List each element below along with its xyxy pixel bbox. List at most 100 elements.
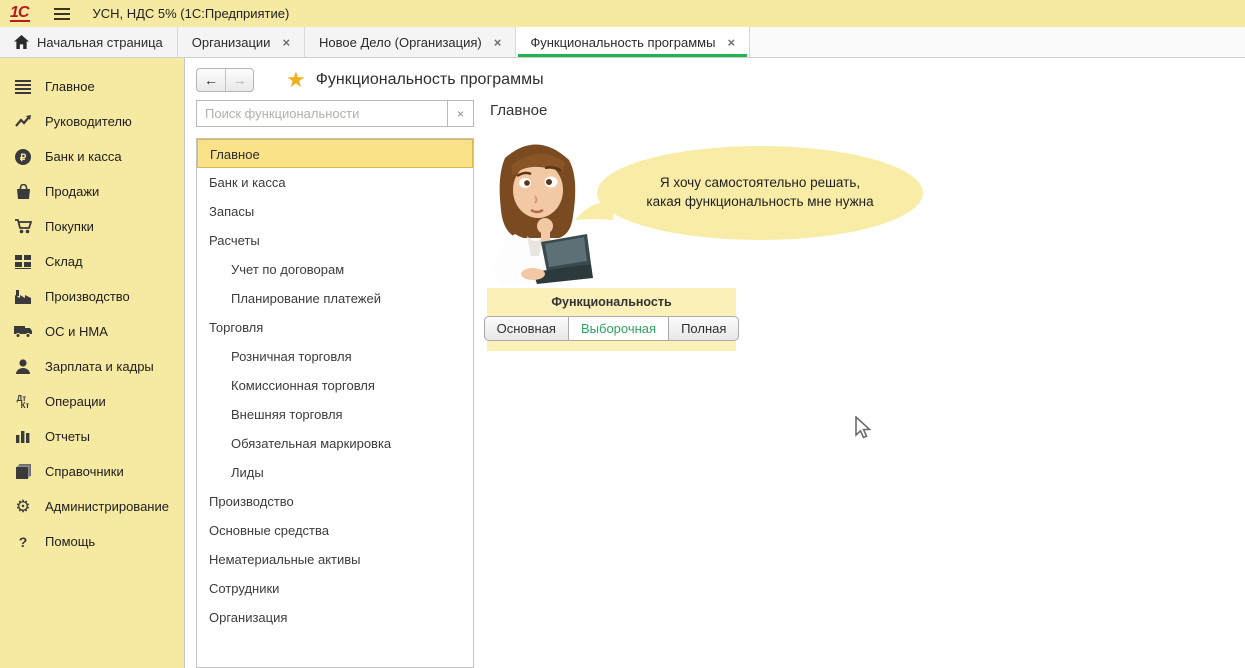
sidebar-item-pomosch[interactable]: ? Помощь <box>0 524 184 559</box>
sidebar-item-os-i-nma[interactable]: ОС и НМА <box>0 314 184 349</box>
shopping-cart-icon <box>13 218 33 236</box>
tab-close-icon[interactable]: × <box>282 35 290 50</box>
list-item[interactable]: Учет по договорам <box>197 255 473 284</box>
list-item[interactable]: Организация <box>197 603 473 632</box>
sidebar-item-otchety[interactable]: Отчеты <box>0 419 184 454</box>
sidebar-item-label: Продажи <box>45 184 99 199</box>
sidebar-item-label: Банк и касса <box>45 149 122 164</box>
tab-novoe-delo[interactable]: Новое Дело (Организация) × <box>305 27 516 57</box>
sidebar-item-label: Администрирование <box>45 499 169 514</box>
sidebar-item-proizvodstvo[interactable]: Производство <box>0 279 184 314</box>
list-item[interactable]: Планирование платежей <box>197 284 473 313</box>
list-item[interactable]: Основные средства <box>197 516 473 545</box>
home-icon <box>14 35 29 49</box>
sidebar-item-label: Операции <box>45 394 106 409</box>
tab-bar: Начальная страница Организации × Новое Д… <box>0 27 1245 58</box>
functionality-switch: Основная Выборочная Полная <box>487 316 736 341</box>
main-content: ← → ★ Функциональность программы × Главн… <box>184 58 1245 668</box>
tab-label: Начальная страница <box>37 35 163 50</box>
question-icon: ? <box>13 533 33 551</box>
sidebar-item-label: Отчеты <box>45 429 90 444</box>
list-item[interactable]: Главное <box>197 139 473 168</box>
list-item[interactable]: Лиды <box>197 458 473 487</box>
shopping-bag-icon <box>13 183 33 201</box>
list-item[interactable]: Внешняя торговля <box>197 400 473 429</box>
books-icon <box>13 463 33 481</box>
favorite-star-icon[interactable]: ★ <box>286 70 306 90</box>
tab-label: Организации <box>192 35 271 50</box>
sidebar-item-label: Покупки <box>45 219 94 234</box>
functionality-option-vyborochnaya[interactable]: Выборочная <box>569 316 669 341</box>
tab-home[interactable]: Начальная страница <box>0 27 178 57</box>
sidebar-item-label: Производство <box>45 289 130 304</box>
search-input[interactable] <box>196 100 447 127</box>
sidebar-item-zarplata-i-kadry[interactable]: Зарплата и кадры <box>0 349 184 384</box>
sidebar-item-rukovoditelyu[interactable]: Руководителю <box>0 104 184 139</box>
svg-text:₽: ₽ <box>20 153 27 164</box>
section-heading: Главное <box>490 102 547 119</box>
list-item[interactable]: Производство <box>197 487 473 516</box>
sidebar-item-label: Руководителю <box>45 114 132 129</box>
list-item[interactable]: Нематериальные активы <box>197 545 473 574</box>
list-item[interactable]: Розничная торговля <box>197 342 473 371</box>
sidebar-item-label: Справочники <box>45 464 124 479</box>
gear-icon: ⚙ <box>13 498 33 516</box>
functionality-nav-list: Главное Банк и касса Запасы Расчеты Учет… <box>196 138 474 668</box>
list-item[interactable]: Торговля <box>197 313 473 342</box>
factory-icon <box>13 288 33 306</box>
sidebar-item-operacii[interactable]: ДтКт Операции <box>0 384 184 419</box>
sidebar-item-administrirovanie[interactable]: ⚙ Администрирование <box>0 489 184 524</box>
list-item[interactable]: Запасы <box>197 197 473 226</box>
app-window: 1С УСН, НДС 5% (1С:Предприятие) Начальна… <box>0 0 1245 668</box>
trend-chart-icon <box>13 113 33 131</box>
page-title: Функциональность программы <box>316 71 544 89</box>
sidebar-item-glavnoe[interactable]: Главное <box>0 69 184 104</box>
functionality-label: Функциональность <box>487 295 736 309</box>
1c-logo-icon: 1С <box>10 5 30 22</box>
bar-chart-icon <box>13 428 33 446</box>
sidebar-item-pokupki[interactable]: Покупки <box>0 209 184 244</box>
menu-lines-icon <box>13 78 33 96</box>
mouse-cursor-icon <box>853 416 873 440</box>
person-icon <box>13 358 33 376</box>
debit-credit-icon: ДтКт <box>13 393 33 411</box>
truck-icon <box>13 323 33 341</box>
section-sidebar: Главное Руководителю ₽ Банк и касса Прод… <box>0 58 184 668</box>
sidebar-item-sklad[interactable]: Склад <box>0 244 184 279</box>
functionality-option-osnovnaya[interactable]: Основная <box>484 316 569 341</box>
sidebar-item-label: Зарплата и кадры <box>45 359 154 374</box>
back-button[interactable]: ← <box>197 69 225 91</box>
sidebar-item-prodazhi[interactable]: Продажи <box>0 174 184 209</box>
list-item[interactable]: Обязательная маркировка <box>197 429 473 458</box>
sidebar-item-bank-i-kassa[interactable]: ₽ Банк и касса <box>0 139 184 174</box>
list-item[interactable]: Комиссионная торговля <box>197 371 473 400</box>
tab-label: Новое Дело (Организация) <box>319 35 482 50</box>
list-item[interactable]: Банк и касса <box>197 168 473 197</box>
window-title: УСН, НДС 5% (1С:Предприятие) <box>92 6 289 21</box>
speech-bubble-text: какая функциональность мне нужна <box>646 193 873 212</box>
search-clear-icon[interactable]: × <box>447 100 474 127</box>
functionality-panel: Функциональность Основная Выборочная Пол… <box>487 288 736 351</box>
forward-button[interactable]: → <box>225 69 253 91</box>
functionality-option-polnaya[interactable]: Полная <box>669 316 739 341</box>
ruble-coin-icon: ₽ <box>13 148 33 166</box>
sidebar-item-label: Главное <box>45 79 95 94</box>
history-nav-group: ← → <box>196 68 254 92</box>
tab-close-icon[interactable]: × <box>727 35 735 50</box>
pallet-boxes-icon <box>13 253 33 271</box>
title-bar: 1С УСН, НДС 5% (1С:Предприятие) <box>0 0 1245 27</box>
tab-organizations[interactable]: Организации × <box>178 27 305 57</box>
sidebar-item-label: Помощь <box>45 534 95 549</box>
sidebar-item-label: ОС и НМА <box>45 324 108 339</box>
sidebar-item-label: Склад <box>45 254 83 269</box>
main-menu-burger-icon[interactable] <box>54 5 70 23</box>
tab-close-icon[interactable]: × <box>494 35 502 50</box>
sidebar-item-spravochniki[interactable]: Справочники <box>0 454 184 489</box>
list-item[interactable]: Расчеты <box>197 226 473 255</box>
tab-label: Функциональность программы <box>530 35 715 50</box>
tab-functionality[interactable]: Функциональность программы × <box>516 27 750 57</box>
speech-bubble-text: Я хочу самостоятельно решать, <box>660 174 860 193</box>
list-item[interactable]: Сотрудники <box>197 574 473 603</box>
speech-bubble: Я хочу самостоятельно решать, какая функ… <box>597 146 923 240</box>
search-row: × <box>196 100 474 127</box>
